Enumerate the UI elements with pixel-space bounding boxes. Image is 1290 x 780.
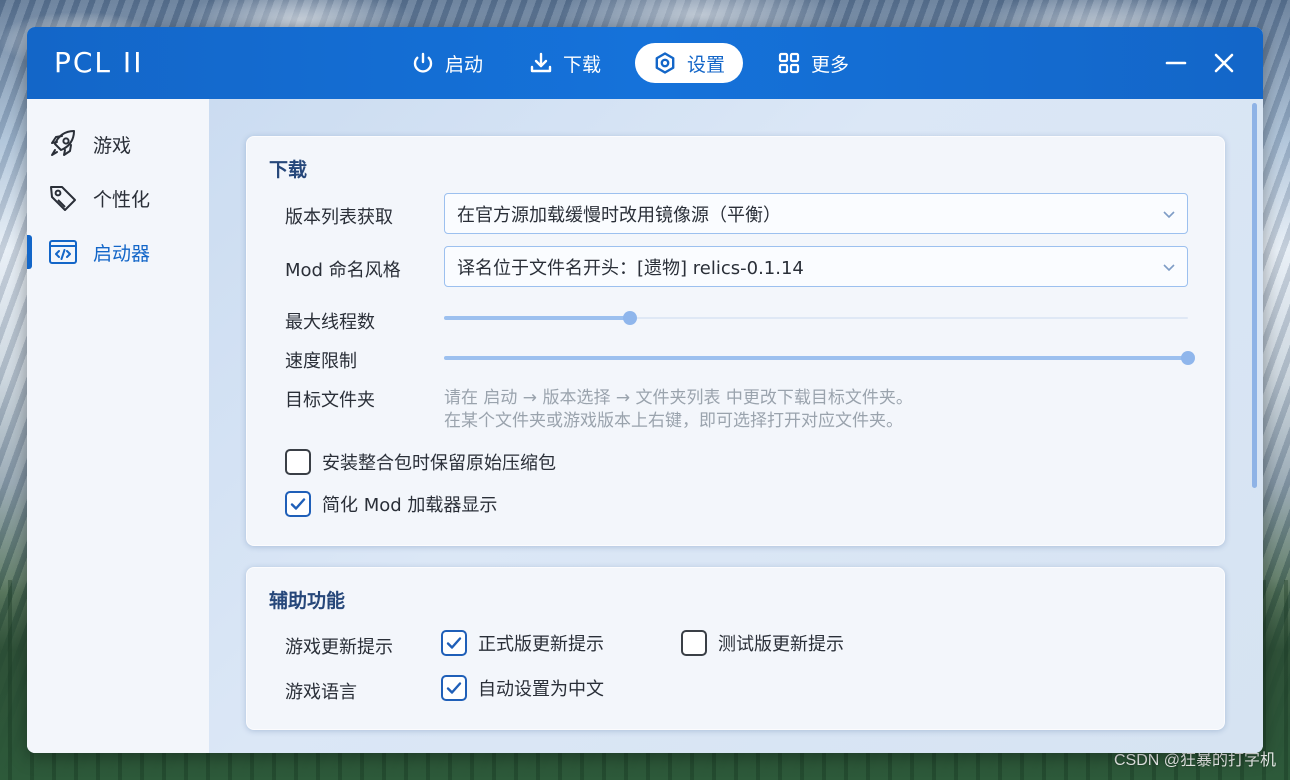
- mod-naming-value: 译名位于文件名开头：[遗物] relics-0.1.14: [457, 257, 804, 279]
- checkbox-box[interactable]: [441, 630, 467, 656]
- rocket-icon: [47, 128, 79, 160]
- speed-limit-slider[interactable]: [444, 350, 1195, 366]
- max-threads-slider[interactable]: [444, 310, 1188, 326]
- check-icon: [446, 682, 462, 694]
- checkbox-box[interactable]: [441, 675, 467, 701]
- checkbox-box[interactable]: [285, 449, 311, 475]
- max-threads-label: 最大线程数: [285, 312, 375, 333]
- version-list-label: 版本列表获取: [285, 207, 393, 228]
- nav-settings[interactable]: 设置: [635, 43, 744, 83]
- minimize-icon: [1165, 61, 1187, 65]
- close-button[interactable]: [1210, 49, 1238, 77]
- code-icon: [47, 236, 79, 268]
- settings-content: 下载 版本列表获取 在官方源加载缓慢时改用镜像源（平衡） Mod 命名风格 译名…: [209, 99, 1263, 753]
- slider-fill: [444, 316, 630, 320]
- check-icon: [290, 498, 306, 510]
- sidebar: 游戏 个性化 启动器: [27, 99, 209, 753]
- release-update-label: 正式版更新提示: [478, 634, 604, 655]
- settings-icon: [655, 52, 675, 74]
- close-icon: [1214, 53, 1234, 73]
- title-bar[interactable]: PCL II 启动 下载 设置 更多: [27, 27, 1263, 99]
- release-update-checkbox[interactable]: 正式版更新提示: [441, 630, 604, 656]
- card-title: 辅助功能: [269, 590, 346, 612]
- chevron-down-icon: [1163, 211, 1175, 219]
- target-folder-label: 目标文件夹: [285, 390, 375, 411]
- nav-settings-label: 设置: [687, 53, 726, 76]
- tag-icon: [47, 182, 79, 214]
- keep-archive-label: 安装整合包时保留原始压缩包: [322, 453, 556, 474]
- slider-thumb[interactable]: [1181, 351, 1195, 365]
- sidebar-item-game[interactable]: 游戏: [27, 117, 209, 171]
- simplify-mod-loader-label: 简化 Mod 加载器显示: [322, 495, 498, 516]
- scrollbar[interactable]: [1252, 103, 1257, 488]
- chevron-down-icon: [1163, 264, 1175, 272]
- top-nav: 启动 下载 设置 更多: [399, 43, 883, 83]
- version-list-select[interactable]: 在官方源加载缓慢时改用镜像源（平衡）: [444, 193, 1188, 234]
- nav-download-label: 下载: [563, 53, 602, 76]
- sidebar-item-personalize[interactable]: 个性化: [27, 171, 209, 225]
- sidebar-item-label: 游戏: [93, 134, 132, 157]
- checkbox-box[interactable]: [681, 630, 707, 656]
- check-icon: [446, 637, 462, 649]
- nav-launch[interactable]: 启动: [399, 43, 495, 83]
- mod-naming-select[interactable]: 译名位于文件名开头：[遗物] relics-0.1.14: [444, 246, 1188, 287]
- card-title: 下载: [269, 159, 308, 181]
- keep-archive-checkbox[interactable]: 安装整合包时保留原始压缩包: [285, 449, 556, 475]
- sidebar-item-launcher[interactable]: 启动器: [27, 225, 209, 279]
- download-icon: [530, 52, 552, 73]
- checkbox-box[interactable]: [285, 491, 311, 517]
- minimize-button[interactable]: [1162, 49, 1190, 77]
- speed-limit-label: 速度限制: [285, 351, 357, 372]
- nav-more[interactable]: 更多: [765, 43, 861, 83]
- auto-chinese-label: 自动设置为中文: [478, 679, 604, 700]
- power-icon: [413, 52, 433, 73]
- mod-naming-label: Mod 命名风格: [285, 260, 401, 281]
- snapshot-update-checkbox[interactable]: 测试版更新提示: [681, 630, 844, 656]
- simplify-mod-loader-checkbox[interactable]: 简化 Mod 加载器显示: [285, 491, 497, 517]
- launcher-window: PCL II 启动 下载 设置 更多 游戏 个性化 启动器 下载 版本列表获取 …: [27, 27, 1263, 753]
- download-settings-card: 下载 版本列表获取 在官方源加载缓慢时改用镜像源（平衡） Mod 命名风格 译名…: [246, 136, 1225, 546]
- auto-chinese-checkbox[interactable]: 自动设置为中文: [441, 675, 604, 701]
- slider-fill: [444, 356, 1188, 360]
- update-prompt-label: 游戏更新提示: [285, 637, 393, 658]
- app-title: PCL II: [54, 46, 144, 79]
- sidebar-item-label: 个性化: [93, 188, 151, 211]
- snapshot-update-label: 测试版更新提示: [718, 634, 844, 655]
- assist-settings-card: 辅助功能 游戏更新提示 正式版更新提示 测试版更新提示 游戏语言 自动设置为中文: [246, 567, 1225, 730]
- version-list-value: 在官方源加载缓慢时改用镜像源（平衡）: [457, 204, 781, 226]
- nav-download[interactable]: 下载: [517, 43, 613, 83]
- nav-launch-label: 启动: [445, 53, 484, 76]
- sidebar-item-label: 启动器: [93, 242, 151, 265]
- slider-thumb[interactable]: [623, 311, 637, 325]
- target-folder-hint-line-2: 在某个文件夹或游戏版本上右键，即可选择打开对应文件夹。: [444, 411, 903, 431]
- grid-icon: [778, 52, 800, 74]
- nav-more-label: 更多: [811, 53, 850, 76]
- target-folder-hint-line-1: 请在 启动 → 版本选择 → 文件夹列表 中更改下载目标文件夹。: [444, 388, 913, 408]
- target-folder-hint: 请在 启动 → 版本选择 → 文件夹列表 中更改下载目标文件夹。 在某个文件夹或…: [444, 387, 913, 433]
- game-language-label: 游戏语言: [285, 682, 357, 703]
